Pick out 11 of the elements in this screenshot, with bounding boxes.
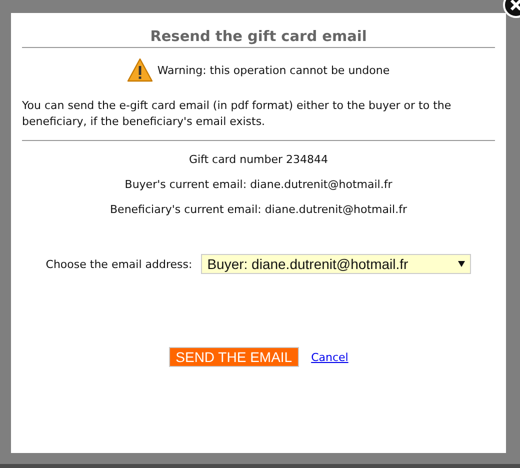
warning-icon xyxy=(127,58,154,82)
email-select[interactable]: Buyer: diane.dutrenit@hotmail.fr xyxy=(201,254,472,274)
detail-text: Beneficiary's current email: diane.dutrenit@hotmail.fr xyxy=(109,203,408,216)
dialog-title: Resend the gift card email xyxy=(22,29,495,48)
detail-text: Gift card number 234844 xyxy=(188,153,330,166)
warning-text: Warning: this operation cannot be undone xyxy=(157,64,390,76)
caret-icon xyxy=(458,261,466,267)
detail-text: Buyer's current email: diane.dutrenit@hotmail.fr xyxy=(124,178,394,191)
cancel-link[interactable]: Cancel xyxy=(311,350,348,364)
description-text: You can send the e-gift card email (in pdf format) either to the buyer or to the beneficiary, if the beneficiary's email exists. xyxy=(22,98,495,141)
email-select-label: Choose the email address: xyxy=(46,258,192,270)
